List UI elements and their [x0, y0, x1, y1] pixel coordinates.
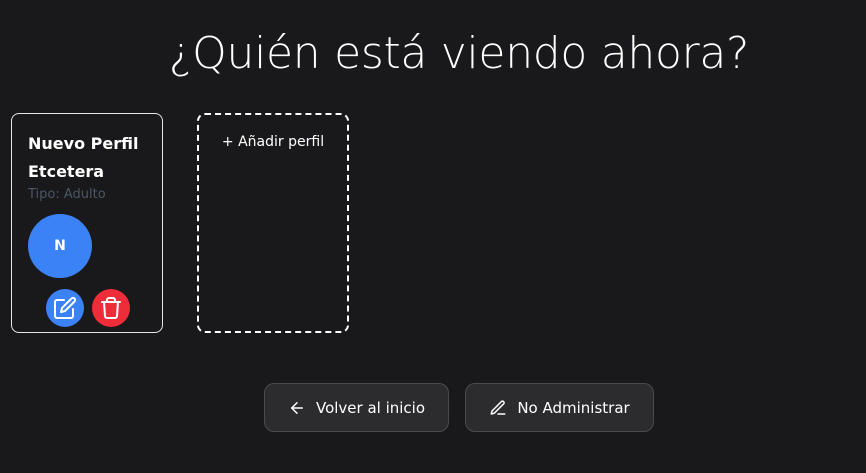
delete-profile-button[interactable] [92, 289, 130, 327]
trash-icon [101, 297, 121, 319]
back-button-label: Volver al inicio [315, 398, 426, 417]
arrow-left-icon [288, 399, 306, 417]
add-profile-label: + Añadir perfil [221, 134, 325, 150]
add-profile-card[interactable]: + Añadir perfil [197, 113, 349, 333]
edit-icon [54, 296, 77, 319]
page-title: ¿Quién está viendo ahora? [168, 28, 750, 79]
pencil-icon [489, 399, 507, 417]
profile-card[interactable]: Nuevo Perfil Etcetera Tipo: Adulto N [11, 113, 163, 333]
profile-type: Tipo: Adulto [28, 187, 106, 202]
avatar[interactable]: N [28, 214, 92, 278]
edit-profile-button[interactable] [46, 289, 84, 327]
profile-name: Nuevo Perfil Etcetera [28, 134, 139, 181]
back-to-home-button[interactable]: Volver al inicio [264, 383, 449, 432]
admin-button-label: No Administrar [517, 398, 630, 417]
avatar-initial: N [54, 238, 66, 254]
stop-admin-button[interactable]: No Administrar [465, 383, 654, 432]
